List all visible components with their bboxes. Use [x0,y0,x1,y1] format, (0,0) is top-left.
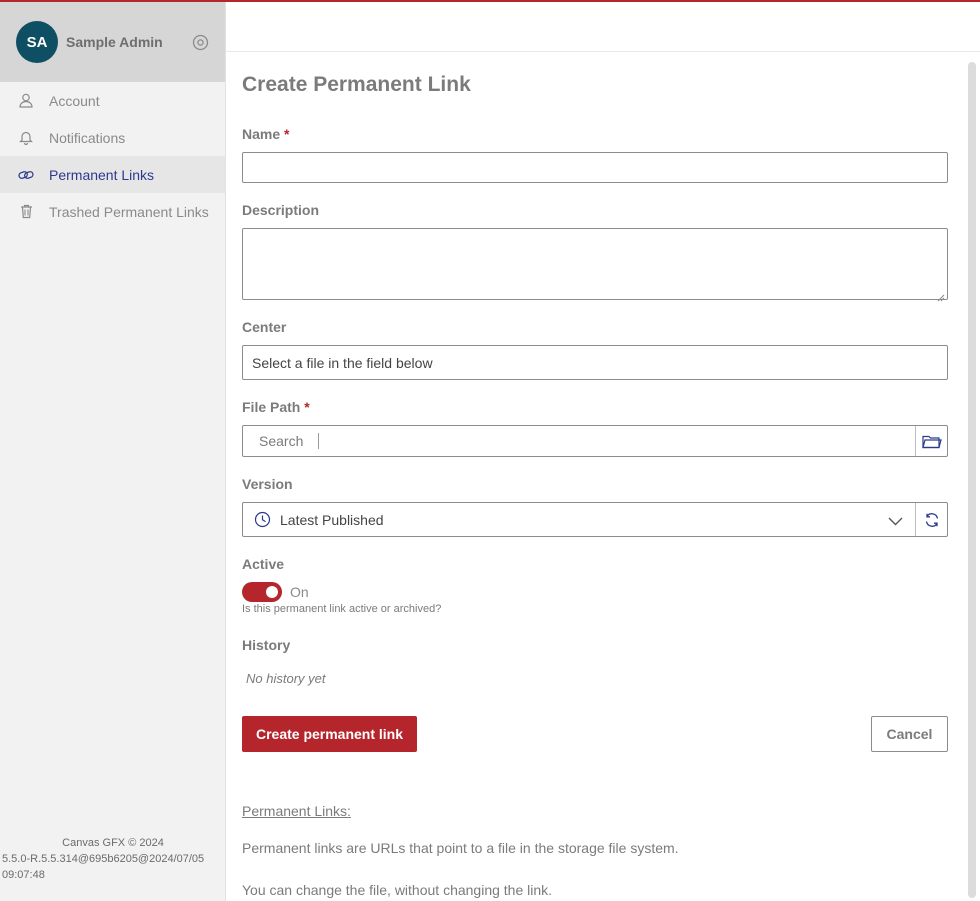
file-path-search-placeholder: Search [259,433,304,449]
scrollbar[interactable] [968,62,976,898]
active-toggle-state: On [290,584,309,600]
sidebar-item-label: Permanent Links [49,166,155,183]
sidebar-item-label: Notifications [49,129,126,146]
sidebar-item-label: Account [49,92,100,109]
sidebar-item-trashed-permanent-links[interactable]: Trashed Permanent Links [0,193,225,230]
file-path-label: File Path * [242,399,310,415]
refresh-icon [924,512,940,528]
center-field[interactable]: Select a file in the field below [242,345,948,380]
sidebar-item-permanent-links[interactable]: Permanent Links [0,156,225,193]
history-label: History [242,637,291,653]
file-path-field[interactable]: Search [242,425,948,457]
sidebar-item-label: Trashed Permanent Links [49,203,209,220]
text-caret [318,433,320,449]
copyright-text: Canvas GFX © 2024 [62,837,164,849]
version-select[interactable]: Latest Published [242,502,948,537]
sidebar-nav: Account Notifications Permanent Links Tr… [0,82,225,230]
center-field-value: Select a file in the field below [252,354,433,371]
sidebar-footer: Canvas GFX © 2024 5.5.0-R.5.5.314@695b62… [0,835,226,883]
info-title: Permanent Links: [242,803,351,819]
trash-icon [18,204,34,220]
history-empty-text: No history yet [246,671,326,686]
create-permanent-link-button[interactable]: Create permanent link [242,716,417,752]
name-label: Name * [242,126,289,142]
link-icon [18,167,34,183]
user-name: Sample Admin [66,34,163,50]
bell-icon [18,130,34,146]
info-line-1: Permanent links are URLs that point to a… [242,840,679,856]
main-panel: Create Permanent Link Name * Description… [226,2,980,901]
resize-grip-icon[interactable] [937,289,945,302]
active-hint: Is this permanent link active or archive… [242,603,442,615]
settings-icon[interactable] [191,33,209,51]
refresh-version-button[interactable] [915,503,947,536]
chevron-down-icon[interactable] [888,513,903,529]
description-label: Description [242,202,320,218]
folder-icon [921,434,942,449]
center-label: Center [242,319,287,335]
cancel-button[interactable]: Cancel [871,716,948,752]
avatar[interactable]: SA [16,21,58,63]
active-label: Active [242,556,285,572]
sidebar-item-account[interactable]: Account [0,82,225,119]
clock-icon [254,511,271,528]
folder-browse-button[interactable] [915,426,947,456]
version-time: 09:07:48 [2,869,45,881]
required-mark: * [284,126,290,142]
name-field[interactable] [242,152,948,183]
user-icon [18,93,34,109]
sidebar-item-notifications[interactable]: Notifications [0,119,225,156]
info-line-2: You can change the file, without changin… [242,882,553,898]
user-box: SA Sample Admin [0,2,225,82]
active-toggle[interactable] [242,582,282,602]
version-label: Version [242,476,293,492]
main-header [226,2,980,52]
description-field[interactable] [242,228,948,302]
sidebar: SA Sample Admin Account Notifications Pe… [0,2,226,901]
name-label-text: Name [242,126,281,142]
version-text: 5.5.0-R.5.5.314@695b6205@2024/07/05 [2,853,205,865]
page-title: Create Permanent Link [242,73,471,96]
toggle-knob [266,586,278,598]
file-path-label-text: File Path [242,399,301,415]
version-select-value: Latest Published [280,511,384,528]
required-mark: * [304,399,310,415]
